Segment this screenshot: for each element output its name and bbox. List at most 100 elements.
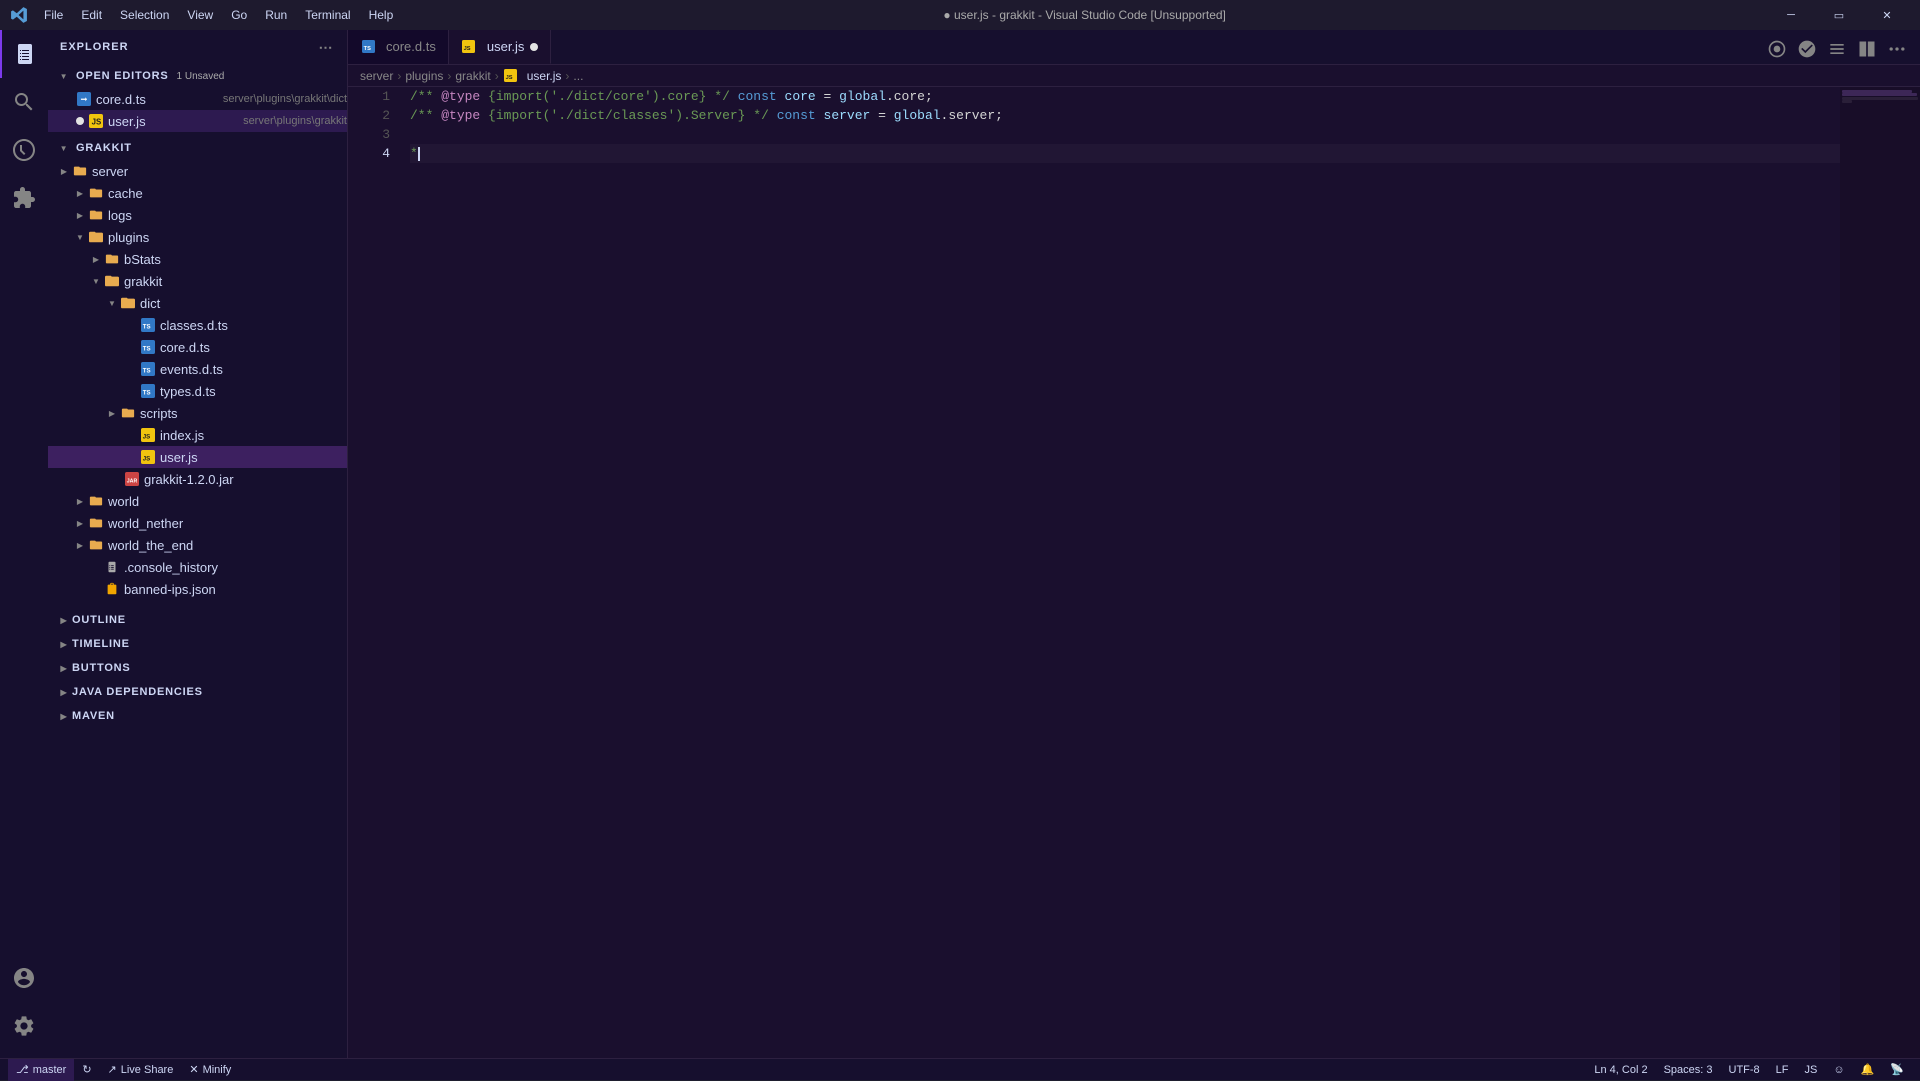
server-arrow: ▶ — [56, 163, 72, 179]
broadcast-item[interactable]: 📡 — [1882, 1059, 1912, 1081]
folder-world[interactable]: ▶ world — [48, 490, 347, 512]
svg-text:TS: TS — [143, 368, 151, 375]
spaces-item[interactable]: Spaces: 3 — [1656, 1059, 1721, 1081]
branch-item[interactable]: ⎇ master — [8, 1059, 74, 1081]
file-core-d-ts[interactable]: ▶ TS core.d.ts — [48, 336, 347, 358]
folder-server[interactable]: ▶ server — [48, 160, 347, 182]
code-editor[interactable]: /** @type {import('./dict/core').core} *… — [398, 87, 1840, 1058]
dict-arrow: ▼ — [104, 295, 120, 311]
activity-explorer[interactable] — [0, 30, 48, 78]
types-ts-icon: TS — [140, 383, 156, 399]
breadcrumb-icon[interactable] — [1822, 34, 1852, 64]
open-editors-section[interactable]: ▼ Open Editors 1 Unsaved — [48, 64, 347, 88]
restore-button[interactable]: ▭ — [1816, 0, 1862, 30]
file-classes-d-ts[interactable]: ▶ TS classes.d.ts — [48, 314, 347, 336]
line-ending-item[interactable]: LF — [1768, 1059, 1797, 1081]
open-editor-core-path: server\plugins\grakkit\dict — [223, 93, 347, 105]
space-2 — [816, 106, 824, 125]
activity-extensions[interactable] — [0, 174, 48, 222]
sync-icon: ↻ — [82, 1063, 91, 1076]
dot-server: .server; — [941, 106, 1003, 125]
folder-logs[interactable]: ▶ logs — [48, 204, 347, 226]
open-editor-user-js[interactable]: JS user.js server\plugins\grakkit — [48, 110, 347, 132]
java-deps-section[interactable]: ▶ JAVA DEPENDENCIES — [48, 680, 347, 704]
bstats-folder-icon — [104, 251, 120, 267]
folder-cache[interactable]: ▶ cache — [48, 182, 347, 204]
grakkit-section[interactable]: ▼ GRAKKIT — [48, 136, 347, 160]
bell-item[interactable]: 🔔 — [1853, 1059, 1883, 1081]
sync-item[interactable]: ↻ — [74, 1059, 99, 1081]
scripts-folder-label: scripts — [140, 406, 347, 421]
folder-world-nether[interactable]: ▶ world_nether — [48, 512, 347, 534]
main-layout: Explorer ⋯ ▼ Open Editors 1 Unsaved core… — [0, 30, 1920, 1058]
menu-view[interactable]: View — [179, 6, 221, 24]
breadcrumb-ellipsis[interactable]: ... — [573, 69, 583, 83]
activity-settings[interactable] — [0, 1002, 48, 1050]
split-editor-icon[interactable] — [1852, 34, 1882, 64]
position-item[interactable]: Ln 4, Col 2 — [1586, 1059, 1655, 1081]
breadcrumb-file[interactable]: user.js — [527, 69, 562, 83]
open-editor-core-d-ts[interactable]: core.d.ts server\plugins\grakkit\dict — [48, 88, 347, 110]
minify-icon: ✕ — [189, 1063, 198, 1076]
menu-file[interactable]: File — [36, 6, 71, 24]
activity-accounts[interactable] — [0, 954, 48, 1002]
end-folder-label: world_the_end — [108, 538, 347, 553]
breadcrumb-grakkit[interactable]: grakkit — [455, 69, 490, 83]
minimize-button[interactable]: ─ — [1768, 0, 1814, 30]
live-share-item[interactable]: ↗ Live Share — [100, 1059, 182, 1081]
file-console-history[interactable]: ▶ .console_history — [48, 556, 347, 578]
menu-selection[interactable]: Selection — [112, 6, 177, 24]
line-num-1: 1 — [356, 87, 390, 106]
menu-go[interactable]: Go — [223, 6, 255, 24]
file-user-js[interactable]: ▶ JS user.js — [48, 446, 347, 468]
open-editors-arrow: ▼ — [56, 68, 72, 84]
broadcast-icon: 📡 — [1890, 1063, 1904, 1076]
file-banned-ips[interactable]: ▶ banned-ips.json — [48, 578, 347, 600]
breadcrumb-plugins[interactable]: plugins — [405, 69, 443, 83]
folder-bstats[interactable]: ▶ bStats — [48, 248, 347, 270]
new-file-icon[interactable]: ⋯ — [317, 38, 335, 56]
global-2: global — [894, 106, 941, 125]
menu-help[interactable]: Help — [361, 6, 402, 24]
file-events-d-ts[interactable]: ▶ TS events.d.ts — [48, 358, 347, 380]
buttons-section[interactable]: ▶ BUTTONS — [48, 656, 347, 680]
sidebar-content: ▼ Open Editors 1 Unsaved core.d.ts serve… — [48, 64, 347, 1058]
folder-grakkit[interactable]: ▼ grakkit — [48, 270, 347, 292]
close-button[interactable]: ✕ — [1864, 0, 1910, 30]
minify-item[interactable]: ✕ Minify — [181, 1059, 239, 1081]
file-classes-label: classes.d.ts — [160, 318, 347, 333]
feedback-item[interactable]: ☺ — [1825, 1059, 1852, 1081]
ts-file-icon — [76, 91, 92, 107]
breadcrumb-server[interactable]: server — [360, 69, 393, 83]
remote-icon[interactable] — [1792, 34, 1822, 64]
maven-section[interactable]: ▶ MAVEN — [48, 704, 347, 728]
editor-content-area[interactable]: 1 2 3 4 /** @type {import('./dict/core')… — [348, 87, 1920, 1058]
tab-user-js[interactable]: JS user.js — [449, 30, 552, 64]
menu-edit[interactable]: Edit — [73, 6, 110, 24]
menu-terminal[interactable]: Terminal — [297, 6, 358, 24]
tab-core-d-ts[interactable]: TS core.d.ts — [348, 30, 449, 64]
folder-dict[interactable]: ▼ dict — [48, 292, 347, 314]
outline-arrow: ▶ — [56, 612, 72, 628]
folder-plugins[interactable]: ▼ plugins — [48, 226, 347, 248]
folder-scripts[interactable]: ▶ scripts — [48, 402, 347, 424]
activity-search[interactable] — [0, 78, 48, 126]
space-1 — [777, 87, 785, 106]
encoding-item[interactable]: UTF-8 — [1721, 1059, 1768, 1081]
outline-section[interactable]: ▶ OUTLINE — [48, 608, 347, 632]
cache-folder-label: cache — [108, 186, 347, 201]
extensions-icon[interactable] — [1762, 34, 1792, 64]
file-jar[interactable]: ▶ JAR grakkit-1.2.0.jar — [48, 468, 347, 490]
language-item[interactable]: JS — [1797, 1059, 1826, 1081]
minimap — [1840, 87, 1920, 1058]
file-types-d-ts[interactable]: ▶ TS types.d.ts — [48, 380, 347, 402]
more-actions-icon[interactable] — [1882, 34, 1912, 64]
tab-user-label: user.js — [487, 39, 525, 54]
folder-world-the-end[interactable]: ▶ world_the_end — [48, 534, 347, 556]
activity-source-control[interactable] — [0, 126, 48, 174]
file-index-js[interactable]: ▶ JS index.js — [48, 424, 347, 446]
menu-run[interactable]: Run — [257, 6, 295, 24]
timeline-section[interactable]: ▶ TIMELINE — [48, 632, 347, 656]
title-bar-left: File Edit Selection View Go Run Terminal… — [10, 6, 401, 24]
jsdoc-type-2: @type — [441, 106, 480, 125]
